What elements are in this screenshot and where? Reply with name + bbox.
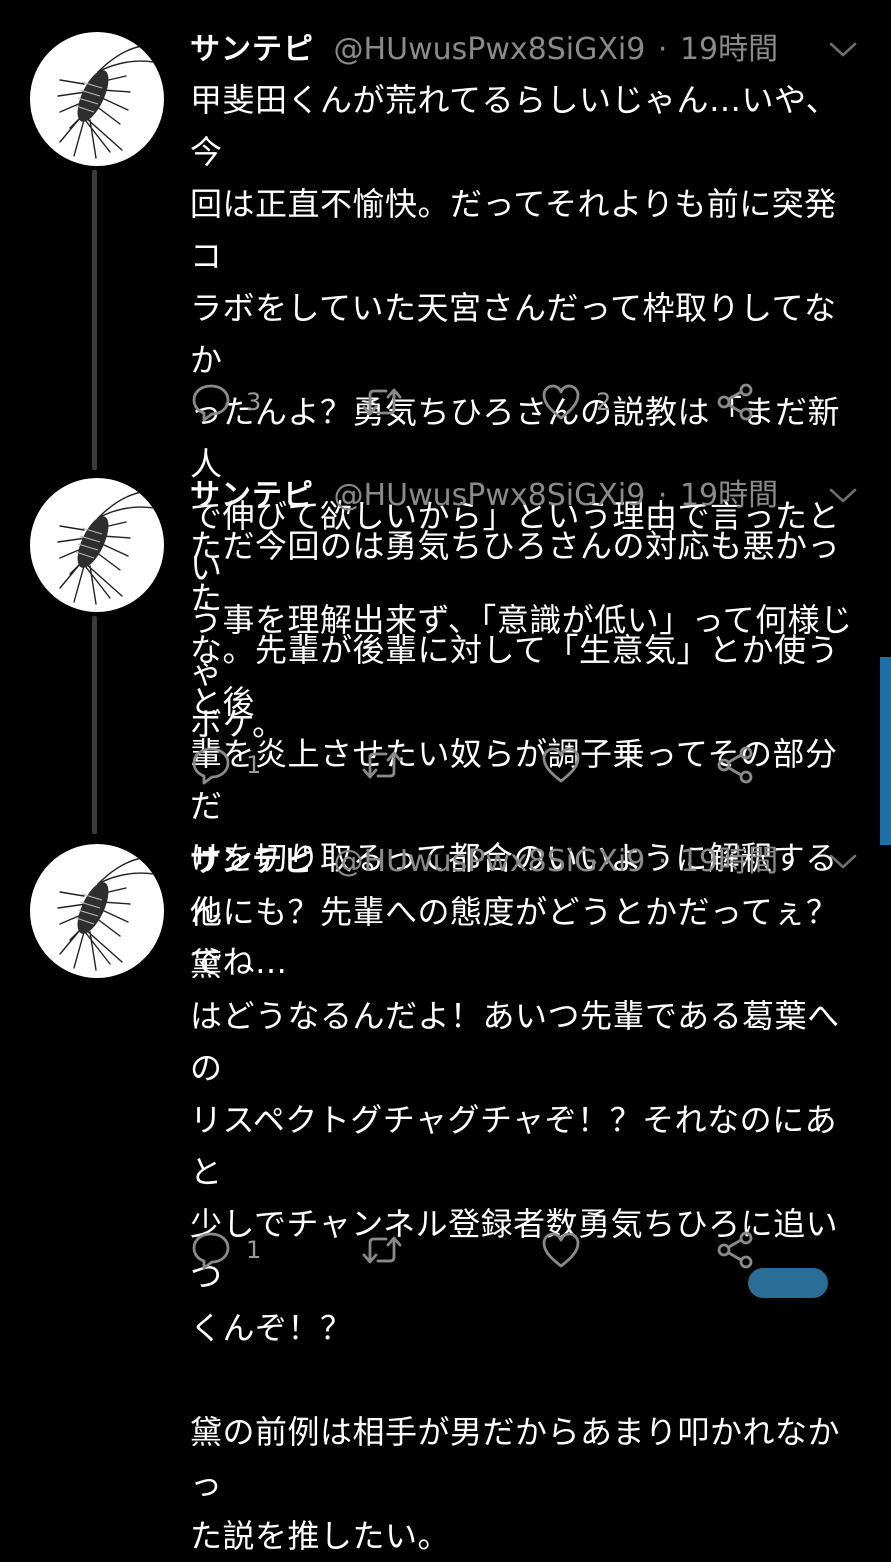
scrollbar-thumb[interactable] [880, 657, 891, 845]
display-name[interactable]: サンテピ [190, 32, 314, 67]
share-icon [717, 1231, 753, 1269]
reply-button[interactable]: 3 [190, 378, 261, 426]
tweet-text-line: くんぞ！？ [190, 1309, 353, 1347]
tweet-text-line: ただ今回のは勇気ちひろさんの対応も悪かった [190, 527, 841, 617]
heart-icon [542, 1232, 580, 1268]
avatar[interactable] [30, 32, 164, 166]
tweet[interactable]: サンテピ @HUwusPwx8SiGXi9 · 19時間 他にも？先輩への態度が… [0, 816, 891, 1555]
reply-icon [192, 747, 230, 785]
silverfish-avatar-icon [57, 491, 155, 605]
tweet-text-line: た説を推したい。 [190, 1517, 451, 1555]
share-button[interactable] [714, 378, 756, 426]
tweet-text: 他にも？先輩への態度がどうとかだってぇ？黛 はどうなるんだよ！あいつ先輩である葛葉… [190, 886, 860, 1562]
tweet-text-line: はどうなるんだよ！あいつ先輩である葛葉への [190, 997, 840, 1087]
reply-icon [192, 1232, 230, 1270]
timestamp[interactable]: 19時間 [680, 844, 778, 879]
tweet-text-line: な。先輩が後輩に対して「生意気」とか使うと後 [190, 631, 840, 721]
reply-count: 1 [246, 751, 262, 779]
chevron-down-icon[interactable] [827, 40, 859, 60]
share-icon [717, 383, 753, 421]
reply-icon [192, 384, 230, 422]
separator: · [657, 478, 668, 513]
heart-icon [542, 384, 580, 420]
share-button[interactable] [714, 1226, 756, 1274]
avatar[interactable] [30, 844, 164, 978]
tweet-text-line: 回は正直不愉快。だってそれよりも前に突発コ [190, 185, 837, 275]
chevron-down-icon[interactable] [827, 852, 859, 872]
display-name[interactable]: サンテピ [190, 478, 314, 513]
tweet-text-line: 他にも？先輩への態度がどうとかだってぇ？黛 [190, 893, 839, 983]
like-button[interactable]: 2 [540, 378, 611, 426]
silverfish-avatar-icon [57, 45, 155, 159]
user-handle[interactable]: @HUwusPwx8SiGXi9 [334, 478, 646, 513]
chevron-down-icon[interactable] [827, 486, 859, 506]
tweet[interactable]: サンテピ @HUwusPwx8SiGXi9 · 19時間 甲斐田くんが荒れてるら… [0, 4, 891, 743]
retweet-icon [362, 751, 402, 779]
like-button[interactable] [540, 1226, 596, 1274]
share-icon [717, 746, 753, 784]
user-handle[interactable]: @HUwusPwx8SiGXi9 [334, 844, 646, 879]
tweet-text-line: ラボをしていた天宮さんだって枠取りしてなか [190, 289, 837, 379]
floating-compose-button[interactable] [748, 1268, 828, 1298]
tweet-text-line: 甲斐田くんが荒れてるらしいじゃん…いや、今 [190, 81, 839, 171]
timestamp[interactable]: 19時間 [680, 478, 778, 513]
separator: · [657, 32, 668, 67]
tweet-header: サンテピ @HUwusPwx8SiGXi9 · 19時間 [190, 28, 810, 72]
retweet-button[interactable] [360, 378, 418, 426]
tweet-header: サンテピ @HUwusPwx8SiGXi9 · 19時間 [190, 474, 810, 518]
separator: · [657, 844, 668, 879]
tweet-actions: 1 [190, 741, 810, 789]
tweet-text-line: 黛の前例は相手が男だからあまり叩かれなかっ [190, 1413, 841, 1503]
tweet-actions: 1 [190, 1226, 810, 1274]
tweet-text-line: リスペクトグチャグチャぞ！？それなのにあと [190, 1101, 838, 1191]
reply-count: 3 [246, 388, 262, 416]
tweet-text-line [190, 1354, 860, 1406]
avatar[interactable] [30, 478, 164, 612]
retweet-icon [362, 388, 402, 416]
timestamp[interactable]: 19時間 [680, 32, 778, 67]
heart-icon [542, 747, 580, 783]
reply-button[interactable]: 1 [190, 741, 261, 789]
tweet-actions: 3 2 [190, 378, 810, 426]
like-button[interactable] [540, 741, 596, 789]
retweet-icon [362, 1236, 402, 1264]
retweet-button[interactable] [360, 741, 418, 789]
reply-button[interactable]: 1 [190, 1226, 261, 1274]
display-name[interactable]: サンテピ [190, 844, 314, 879]
user-handle[interactable]: @HUwusPwx8SiGXi9 [334, 32, 646, 67]
silverfish-avatar-icon [57, 857, 155, 971]
like-count: 2 [596, 388, 612, 416]
reply-count: 1 [246, 1236, 262, 1264]
retweet-button[interactable] [360, 1226, 418, 1274]
tweet[interactable]: サンテピ @HUwusPwx8SiGXi9 · 19時間 ただ今回のは勇気ちひろ… [0, 450, 891, 981]
share-button[interactable] [714, 741, 756, 789]
tweet-header: サンテピ @HUwusPwx8SiGXi9 · 19時間 [190, 840, 810, 884]
